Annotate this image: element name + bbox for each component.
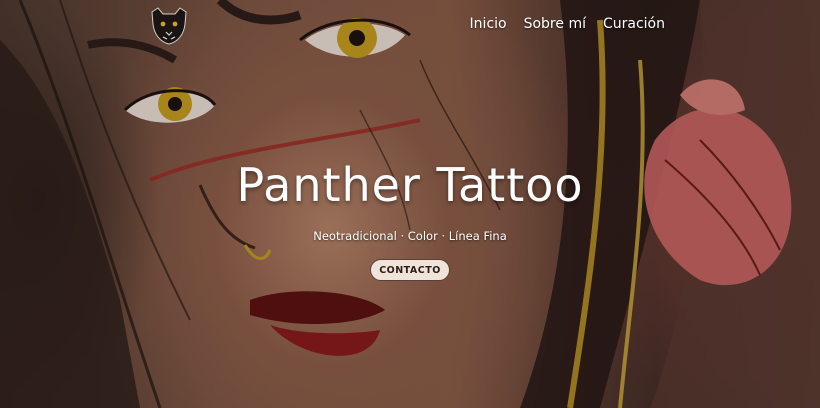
nav-link-sobre-mi[interactable]: Sobre mí: [524, 16, 586, 32]
contact-button[interactable]: CONTACTO: [370, 259, 450, 281]
nav-link-curacion[interactable]: Curación: [603, 16, 665, 32]
top-navigation: Inicio Sobre mí Curación: [0, 0, 820, 52]
panther-head-icon: [151, 7, 187, 45]
nav-link-inicio[interactable]: Inicio: [470, 16, 507, 32]
hero-tagline: Neotradicional · Color · Línea Fina: [313, 229, 507, 243]
main-menu: Inicio Sobre mí Curación: [470, 16, 665, 32]
hero-section: Inicio Sobre mí Curación Panther Tattoo …: [0, 0, 820, 408]
site-logo[interactable]: [148, 6, 190, 46]
hero-title: Panther Tattoo: [236, 158, 584, 212]
